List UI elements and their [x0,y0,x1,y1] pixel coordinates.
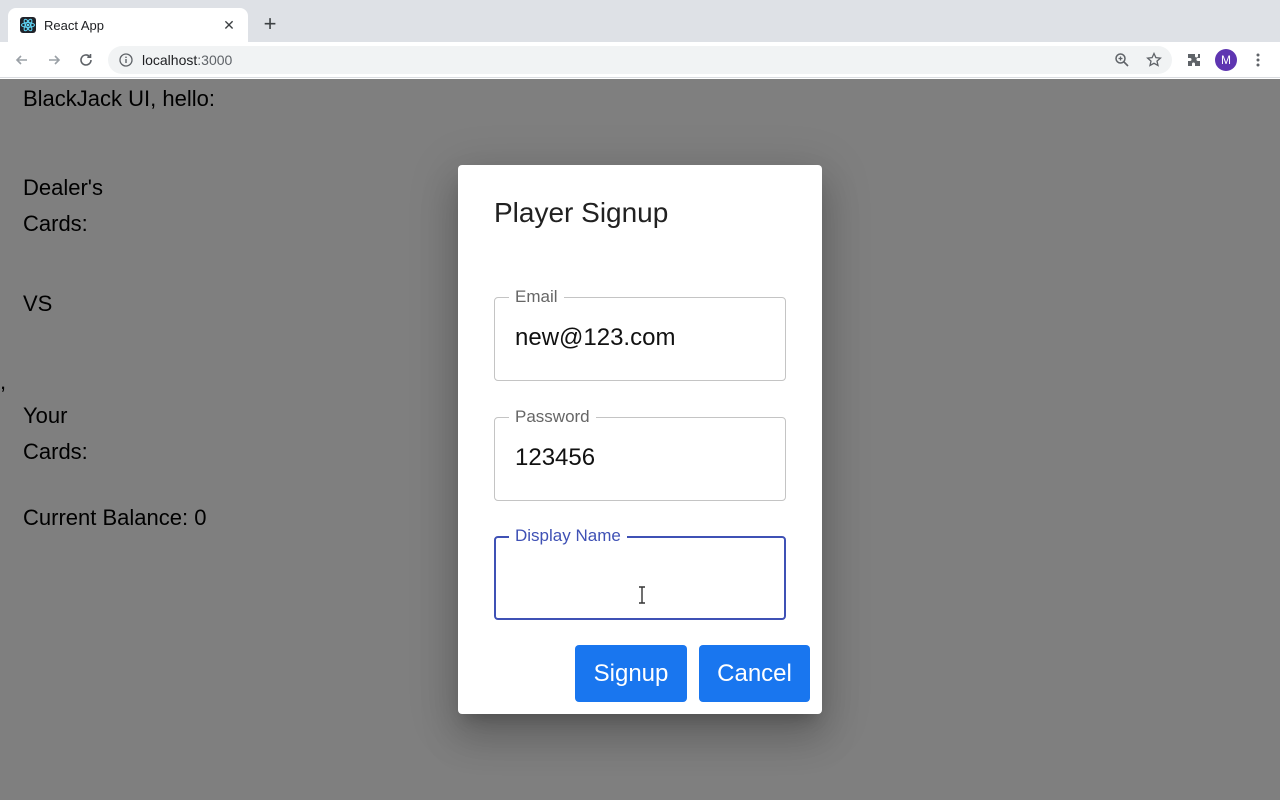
zoom-icon[interactable] [1112,50,1132,70]
forward-icon[interactable] [42,48,66,72]
dialog-title: Player Signup [494,197,669,228]
extensions-icon[interactable] [1182,48,1206,72]
text-cursor-icon [636,586,648,604]
display-name-label: Display Name [509,525,627,547]
password-input[interactable]: 123456 [515,444,595,472]
menu-kebab-icon[interactable] [1246,48,1270,72]
tab-close-icon[interactable]: ✕ [220,16,238,34]
url-port: :3000 [197,52,233,68]
email-label: Email [509,286,564,308]
reload-icon[interactable] [74,48,98,72]
react-logo-icon [20,17,36,33]
email-field[interactable]: Email new@123.com [494,286,786,381]
bookmark-star-icon[interactable] [1144,50,1164,70]
browser-toolbar: localhost:3000 [0,42,1280,78]
tab-strip: React App ✕ + [0,0,1280,42]
url-host: localhost [142,52,198,68]
new-tab-icon[interactable]: + [258,11,282,36]
password-field[interactable]: Password 123456 [494,406,786,501]
cancel-button[interactable]: Cancel [699,645,810,702]
display-name-field[interactable]: Display Name [494,525,786,620]
tab-title: React App [44,17,104,33]
email-input[interactable]: new@123.com [515,324,675,352]
profile-avatar[interactable]: M [1215,49,1237,71]
signup-button[interactable]: Signup [575,645,687,702]
address-bar[interactable]: localhost:3000 [108,46,1172,74]
info-icon[interactable] [118,52,134,68]
back-icon[interactable] [10,48,34,72]
browser-tab[interactable]: React App ✕ [8,8,248,42]
password-label: Password [509,406,596,428]
signup-dialog: Player Signup Email new@123.com Password… [458,165,822,714]
